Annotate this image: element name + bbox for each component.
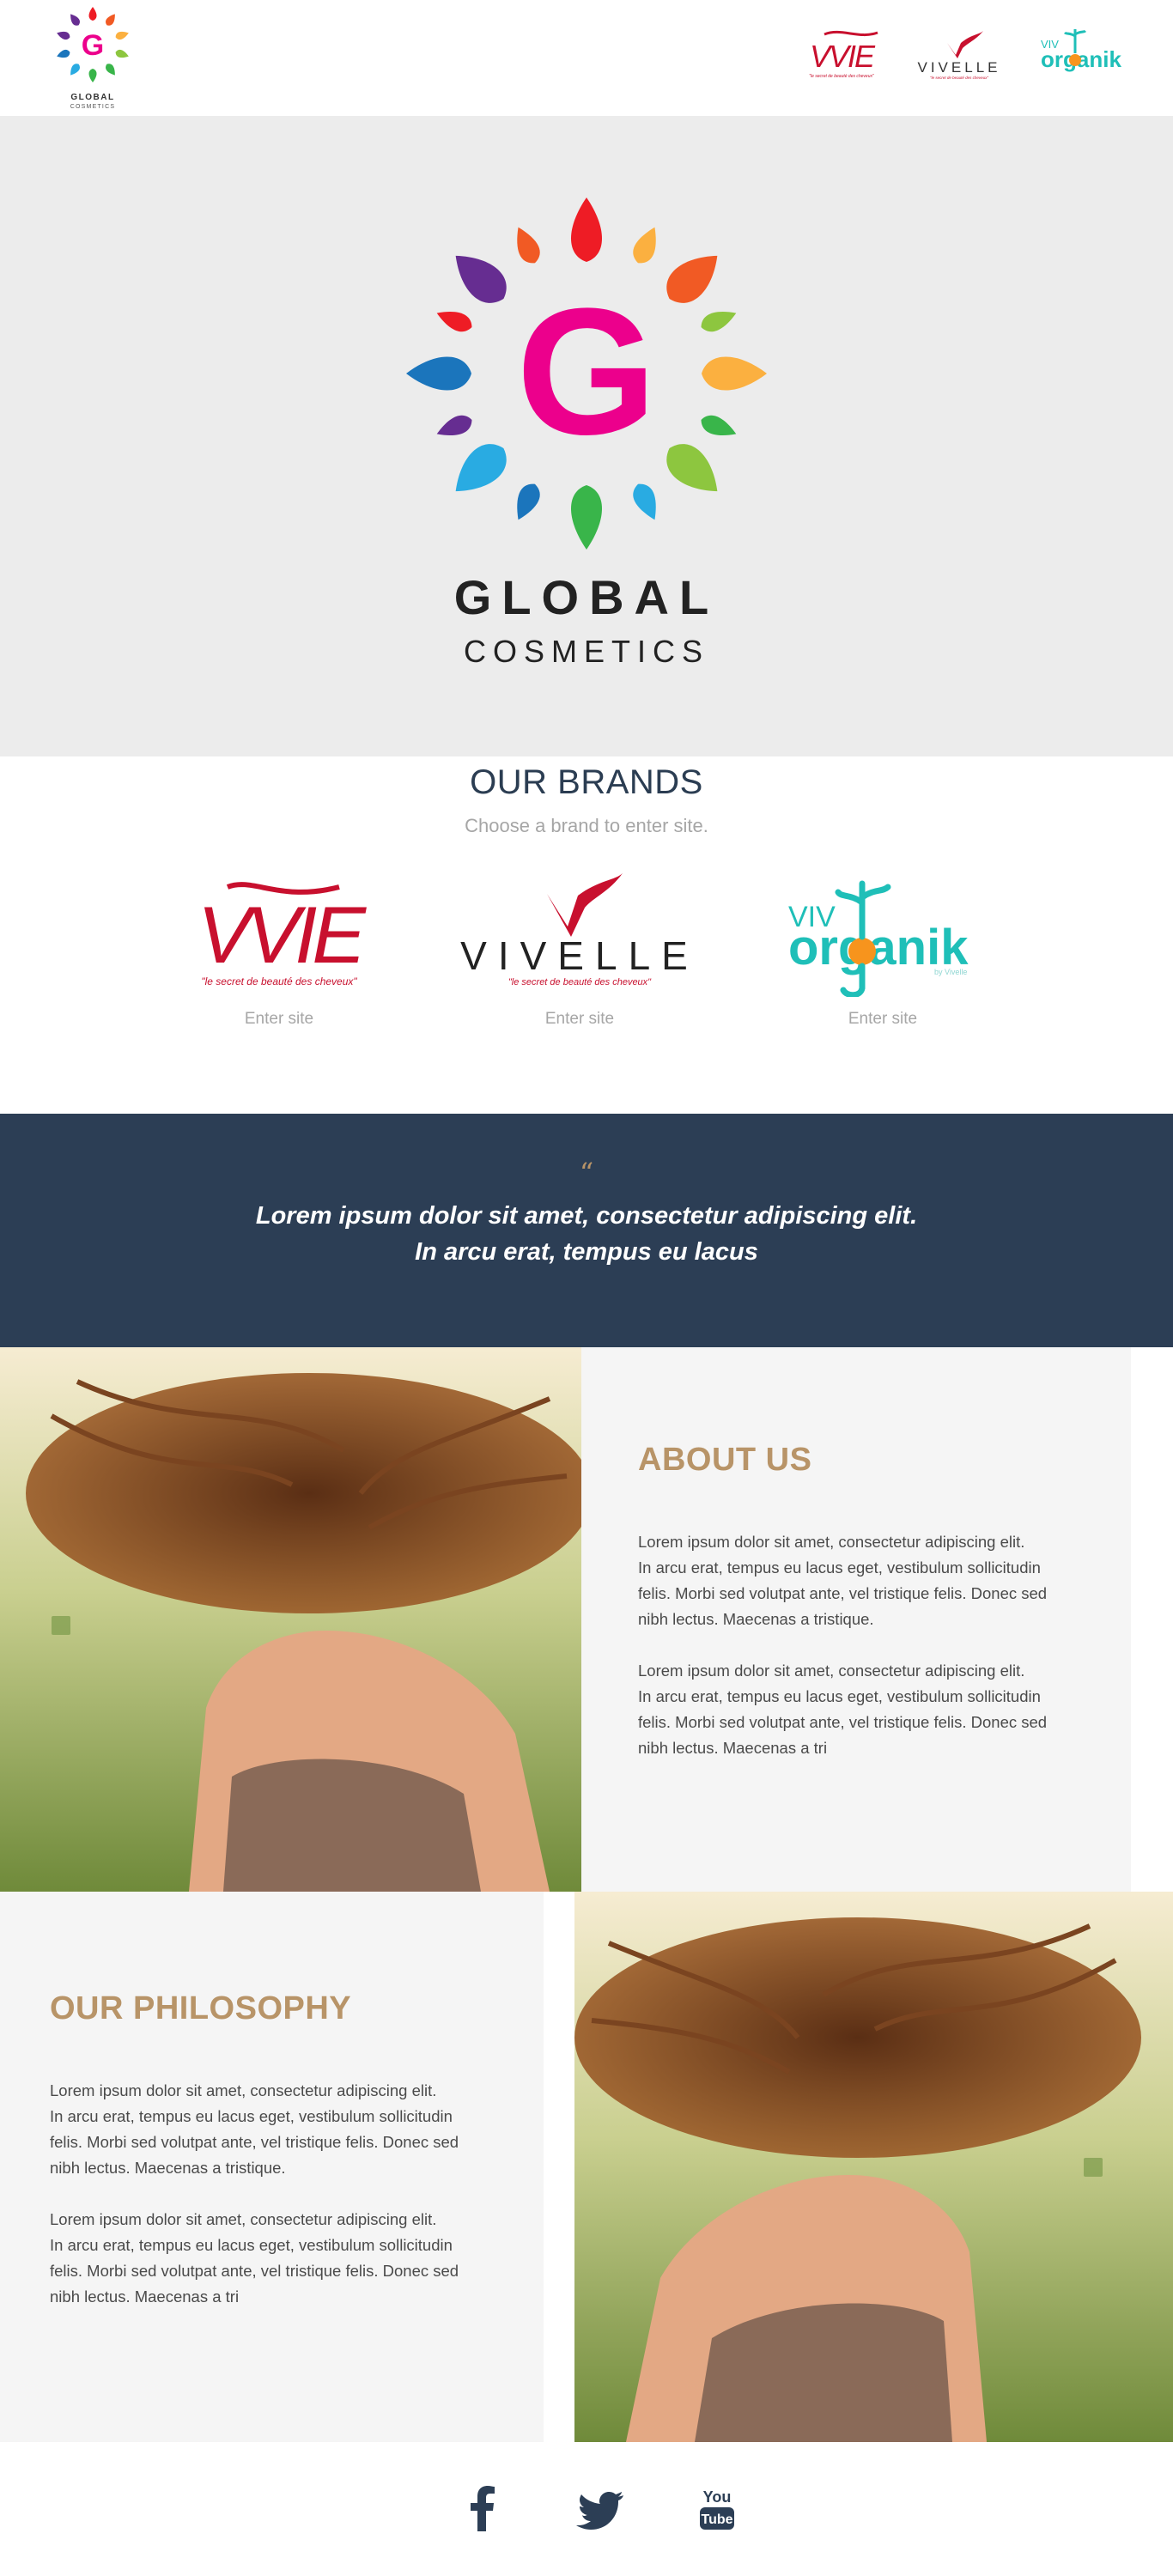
hero-logo: G GLOBAL COSMETICS (406, 197, 767, 669)
philosophy-paragraph-2: Lorem ipsum dolor sit amet, consectetur … (50, 2210, 459, 2306)
logo-petal (57, 49, 70, 58)
vvie-swoosh (824, 30, 878, 37)
vivelle-swoosh (947, 31, 983, 58)
quote-mark: “ (579, 1157, 594, 1189)
hero-petal (571, 485, 602, 550)
about-panel: ABOUT US Lorem ipsum dolor sit amet, con… (581, 1347, 1131, 1892)
about-paragraph-1: Lorem ipsum dolor sit amet, consectetur … (638, 1533, 1048, 1628)
about-photo (0, 1347, 581, 1892)
brands-title: OUR BRANDS (470, 763, 703, 801)
logo-petal (57, 31, 70, 40)
logo-petal (106, 64, 115, 76)
vivelle-wordmark: VIVELLE (460, 933, 699, 978)
organik-orange-dot (1069, 54, 1081, 66)
hero-petal (455, 255, 507, 303)
hero-petal (666, 255, 718, 303)
hero-subtitle: COSMETICS (464, 634, 709, 669)
logo-petal (70, 14, 80, 26)
vivelle-tagline: "le secret de beauté des cheveux" (508, 977, 652, 987)
organik-word: organik (1041, 46, 1121, 72)
brands-section: OUR BRANDS Choose a brand to enter site.… (0, 756, 1173, 1114)
site-header: G GLOBAL COSMETICS VVIE "le secret de be… (0, 0, 1173, 116)
quote-band: “ Lorem ipsum dolor sit amet, consectetu… (0, 1114, 1173, 1347)
woman-hair-photo-mirrored (574, 1892, 1173, 2442)
hero-petal (436, 312, 472, 332)
youtube-icon[interactable]: You Tube (691, 2483, 743, 2535)
header-brand-link-vivelle[interactable]: VIVELLE "le secret de beauté des cheveux… (906, 22, 1013, 91)
youtube-label-top: You (703, 2488, 732, 2506)
hero-petal (666, 444, 718, 492)
logo-petal (88, 69, 97, 82)
hero-title: GLOBAL (454, 570, 719, 624)
vvie-wordmark: VVIE (810, 39, 876, 74)
enter-site-link[interactable]: Enter site (150, 1010, 408, 1029)
philosophy-panel: OUR PHILOSOPHY Lorem ipsum dolor sit ame… (0, 1892, 544, 2442)
vivelle-wordmark: VIVELLE (918, 59, 1001, 76)
about-paragraph-2: Lorem ipsum dolor sit amet, consectetur … (638, 1662, 1048, 1757)
site-footer: You Tube (0, 2442, 1173, 2576)
photo-hair (574, 1917, 1141, 2158)
logo-line2: COSMETICS (70, 104, 115, 110)
quote-line-1: Lorem ipsum dolor sit amet, consectetur … (255, 1202, 918, 1230)
header-brand-link-organik[interactable]: VIV organik (1039, 22, 1135, 91)
logo-petal (70, 64, 80, 76)
hero-banner: G GLOBAL COSMETICS (0, 116, 1173, 756)
logo-petal (115, 31, 129, 40)
brand-card-vivelle[interactable]: VIVELLE "le secret de beauté des cheveux… (451, 868, 708, 1040)
organik-orange-dot (848, 938, 876, 965)
hero-petal (702, 356, 767, 391)
about-title: ABOUT US (638, 1442, 812, 1478)
hero-petal (455, 444, 507, 492)
hero-petal (633, 483, 656, 520)
vivelle-tagline: "le secret de beauté des cheveux" (930, 76, 988, 80)
logo-mark: G (82, 29, 104, 62)
twitter-icon[interactable] (575, 2483, 627, 2535)
logo-petal (115, 49, 129, 58)
philosophy-title: OUR PHILOSOPHY (50, 1990, 352, 2026)
hero-petal (701, 312, 737, 332)
hero-petal (701, 415, 737, 435)
organik-logo[interactable]: VIV organik by Vivelle (754, 868, 1012, 997)
vvie-logo[interactable]: VVIE "le secret de beauté des cheveux" (150, 868, 408, 997)
photo-hair (26, 1373, 581, 1613)
enter-site-link[interactable]: Enter site (754, 1010, 1012, 1029)
woman-hair-photo (0, 1347, 581, 1892)
philosophy-photo (574, 1892, 1173, 2442)
logo-petal (106, 14, 115, 26)
global-cosmetics-logo[interactable]: G GLOBAL COSMETICS (50, 3, 136, 112)
hero-mark: G (516, 270, 656, 472)
brand-card-vvie[interactable]: VVIE "le secret de beauté des cheveux" E… (150, 868, 408, 1040)
hero-petal (517, 227, 540, 264)
vivelle-swoosh (547, 873, 623, 937)
brands-subtitle: Choose a brand to enter site. (465, 815, 708, 836)
quote-line-2: In arcu erat, tempus eu lacus (415, 1238, 758, 1266)
hero-petal (571, 197, 602, 262)
vvie-tagline: "le secret de beauté des cheveux" (809, 74, 874, 79)
header-brand-link-vvie[interactable]: VVIE "le secret de beauté des cheveux" (799, 22, 884, 91)
philosophy-paragraph-1: Lorem ipsum dolor sit amet, consectetur … (50, 2081, 459, 2177)
vivelle-logo[interactable]: VIVELLE "le secret de beauté des cheveux… (451, 868, 708, 997)
expand-icon[interactable] (1084, 2158, 1103, 2177)
expand-icon[interactable] (52, 1616, 70, 1635)
logo-petal (88, 7, 97, 21)
hero-petal (633, 227, 656, 264)
vvie-wordmark: VVIE (198, 890, 368, 980)
hero-petal (406, 356, 471, 391)
vvie-tagline: "le secret de beauté des cheveux" (201, 975, 357, 987)
organik-byline: by Vivelle (934, 968, 967, 976)
hero-petal (436, 415, 472, 435)
facebook-icon[interactable] (457, 2483, 508, 2535)
brand-card-organik[interactable]: VIV organik by Vivelle Enter site (754, 868, 1012, 1040)
logo-line1: GLOBAL (70, 93, 114, 102)
enter-site-link[interactable]: Enter site (451, 1010, 708, 1029)
hero-petal (517, 483, 540, 520)
youtube-label-bottom: Tube (701, 2512, 732, 2527)
